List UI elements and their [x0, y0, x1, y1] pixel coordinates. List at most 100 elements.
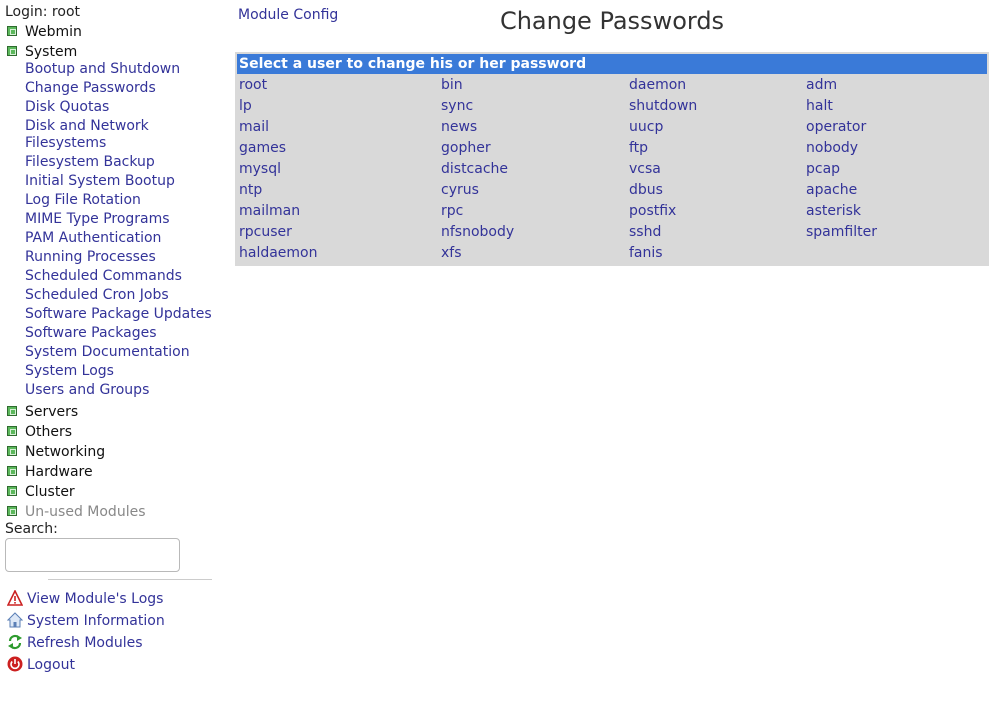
- user-link[interactable]: operator: [806, 119, 866, 135]
- table-row: haldaemon xfs fanis: [239, 243, 987, 264]
- table-cell: adm: [806, 75, 987, 96]
- expand-icon: [7, 506, 17, 516]
- search-label: Search:: [5, 521, 58, 537]
- user-link[interactable]: fanis: [629, 245, 663, 261]
- module-link[interactable]: Filesystem Backup: [25, 154, 215, 171]
- user-link[interactable]: ftp: [629, 140, 648, 156]
- module-link[interactable]: Scheduled Commands: [25, 268, 215, 285]
- main-content-frame: Module Config Change Passwords Select a …: [220, 0, 996, 702]
- user-link[interactable]: cyrus: [441, 182, 479, 198]
- table-cell: pcap: [806, 159, 987, 180]
- user-link[interactable]: distcache: [441, 161, 508, 177]
- user-selection-panel: Select a user to change his or her passw…: [235, 52, 989, 266]
- module-link[interactable]: Running Processes: [25, 249, 215, 266]
- expand-icon: [7, 26, 17, 36]
- table-cell: distcache: [441, 159, 629, 180]
- expand-icon: [7, 486, 17, 496]
- user-link[interactable]: rpcuser: [239, 224, 292, 240]
- module-link[interactable]: MIME Type Programs: [25, 211, 215, 228]
- user-link[interactable]: gopher: [441, 140, 491, 156]
- user-link[interactable]: bin: [441, 77, 463, 93]
- table-cell: gopher: [441, 138, 629, 159]
- module-link[interactable]: Disk and Network Filesystems: [25, 118, 215, 152]
- module-link[interactable]: Software Package Updates: [25, 306, 215, 323]
- left-navigation-frame: Login: root Webmin System Bootup and Shu…: [0, 0, 220, 702]
- table-row: root bin daemon adm: [239, 75, 987, 96]
- user-link[interactable]: spamfilter: [806, 224, 877, 240]
- user-link[interactable]: sshd: [629, 224, 661, 240]
- table-cell: sshd: [629, 222, 806, 243]
- category-label: Cluster: [25, 484, 75, 500]
- page-title: Change Passwords: [499, 7, 725, 35]
- module-link[interactable]: System Documentation: [25, 344, 215, 361]
- table-cell: root: [239, 75, 441, 96]
- user-link[interactable]: halt: [806, 98, 833, 114]
- module-link[interactable]: System Logs: [25, 363, 215, 380]
- category-label: Others: [25, 424, 73, 440]
- module-link[interactable]: Disk Quotas: [25, 99, 215, 116]
- category-label: Un-used Modules: [25, 504, 146, 520]
- table-cell: cyrus: [441, 180, 629, 201]
- module-link[interactable]: Scheduled Cron Jobs: [25, 287, 215, 304]
- module-link[interactable]: PAM Authentication: [25, 230, 215, 247]
- user-link[interactable]: mailman: [239, 203, 300, 219]
- table-cell: apache: [806, 180, 987, 201]
- user-link[interactable]: uucp: [629, 119, 663, 135]
- search-input[interactable]: [5, 538, 180, 572]
- module-link[interactable]: Change Passwords: [25, 80, 215, 97]
- login-label: Login: root: [5, 4, 81, 20]
- table-cell: rpcuser: [239, 222, 441, 243]
- table-cell: shutdown: [629, 96, 806, 117]
- user-link[interactable]: vcsa: [629, 161, 661, 177]
- table-cell: postfix: [629, 201, 806, 222]
- expand-icon: [7, 466, 17, 476]
- home-icon: [7, 612, 23, 628]
- category-label: Hardware: [25, 464, 93, 480]
- user-link[interactable]: pcap: [806, 161, 840, 177]
- user-link[interactable]: sync: [441, 98, 473, 114]
- expand-icon: [7, 46, 17, 56]
- table-cell: operator: [806, 117, 987, 138]
- table-cell: ftp: [629, 138, 806, 159]
- table-row: mailman rpc postfix asterisk: [239, 201, 987, 222]
- module-link[interactable]: Log File Rotation: [25, 192, 215, 209]
- table-cell: sync: [441, 96, 629, 117]
- user-link[interactable]: adm: [806, 77, 837, 93]
- table-cell: halt: [806, 96, 987, 117]
- table-cell: games: [239, 138, 441, 159]
- table-cell: haldaemon: [239, 243, 441, 264]
- users-table: root bin daemon adm lp sync shutdown halt mail ne…: [239, 75, 987, 264]
- table-row: ntp cyrus dbus apache: [239, 180, 987, 201]
- user-link[interactable]: shutdown: [629, 98, 697, 114]
- user-link[interactable]: ntp: [239, 182, 262, 198]
- user-link[interactable]: dbus: [629, 182, 663, 198]
- user-link[interactable]: root: [239, 77, 267, 93]
- user-link[interactable]: lp: [239, 98, 252, 114]
- user-link[interactable]: mail: [239, 119, 269, 135]
- table-cell: news: [441, 117, 629, 138]
- table-cell: [806, 243, 987, 264]
- user-link[interactable]: nfsnobody: [441, 224, 514, 240]
- table-cell: vcsa: [629, 159, 806, 180]
- user-link[interactable]: nobody: [806, 140, 858, 156]
- table-cell: bin: [441, 75, 629, 96]
- table-row: lp sync shutdown halt: [239, 96, 987, 117]
- expand-icon: [7, 406, 17, 416]
- user-link[interactable]: rpc: [441, 203, 463, 219]
- module-link[interactable]: Software Packages: [25, 325, 215, 342]
- user-link[interactable]: haldaemon: [239, 245, 318, 261]
- user-link[interactable]: xfs: [441, 245, 462, 261]
- category-label: Servers: [25, 404, 79, 420]
- user-link[interactable]: postfix: [629, 203, 676, 219]
- module-link[interactable]: Initial System Bootup: [25, 173, 215, 190]
- module-link[interactable]: Bootup and Shutdown: [25, 61, 215, 78]
- user-link[interactable]: asterisk: [806, 203, 861, 219]
- user-link[interactable]: apache: [806, 182, 857, 198]
- user-link[interactable]: daemon: [629, 77, 686, 93]
- warning-icon: [7, 590, 23, 606]
- user-link[interactable]: news: [441, 119, 477, 135]
- user-link[interactable]: games: [239, 140, 286, 156]
- category-label: System: [25, 44, 78, 60]
- user-link[interactable]: mysql: [239, 161, 281, 177]
- module-link[interactable]: Users and Groups: [25, 382, 215, 399]
